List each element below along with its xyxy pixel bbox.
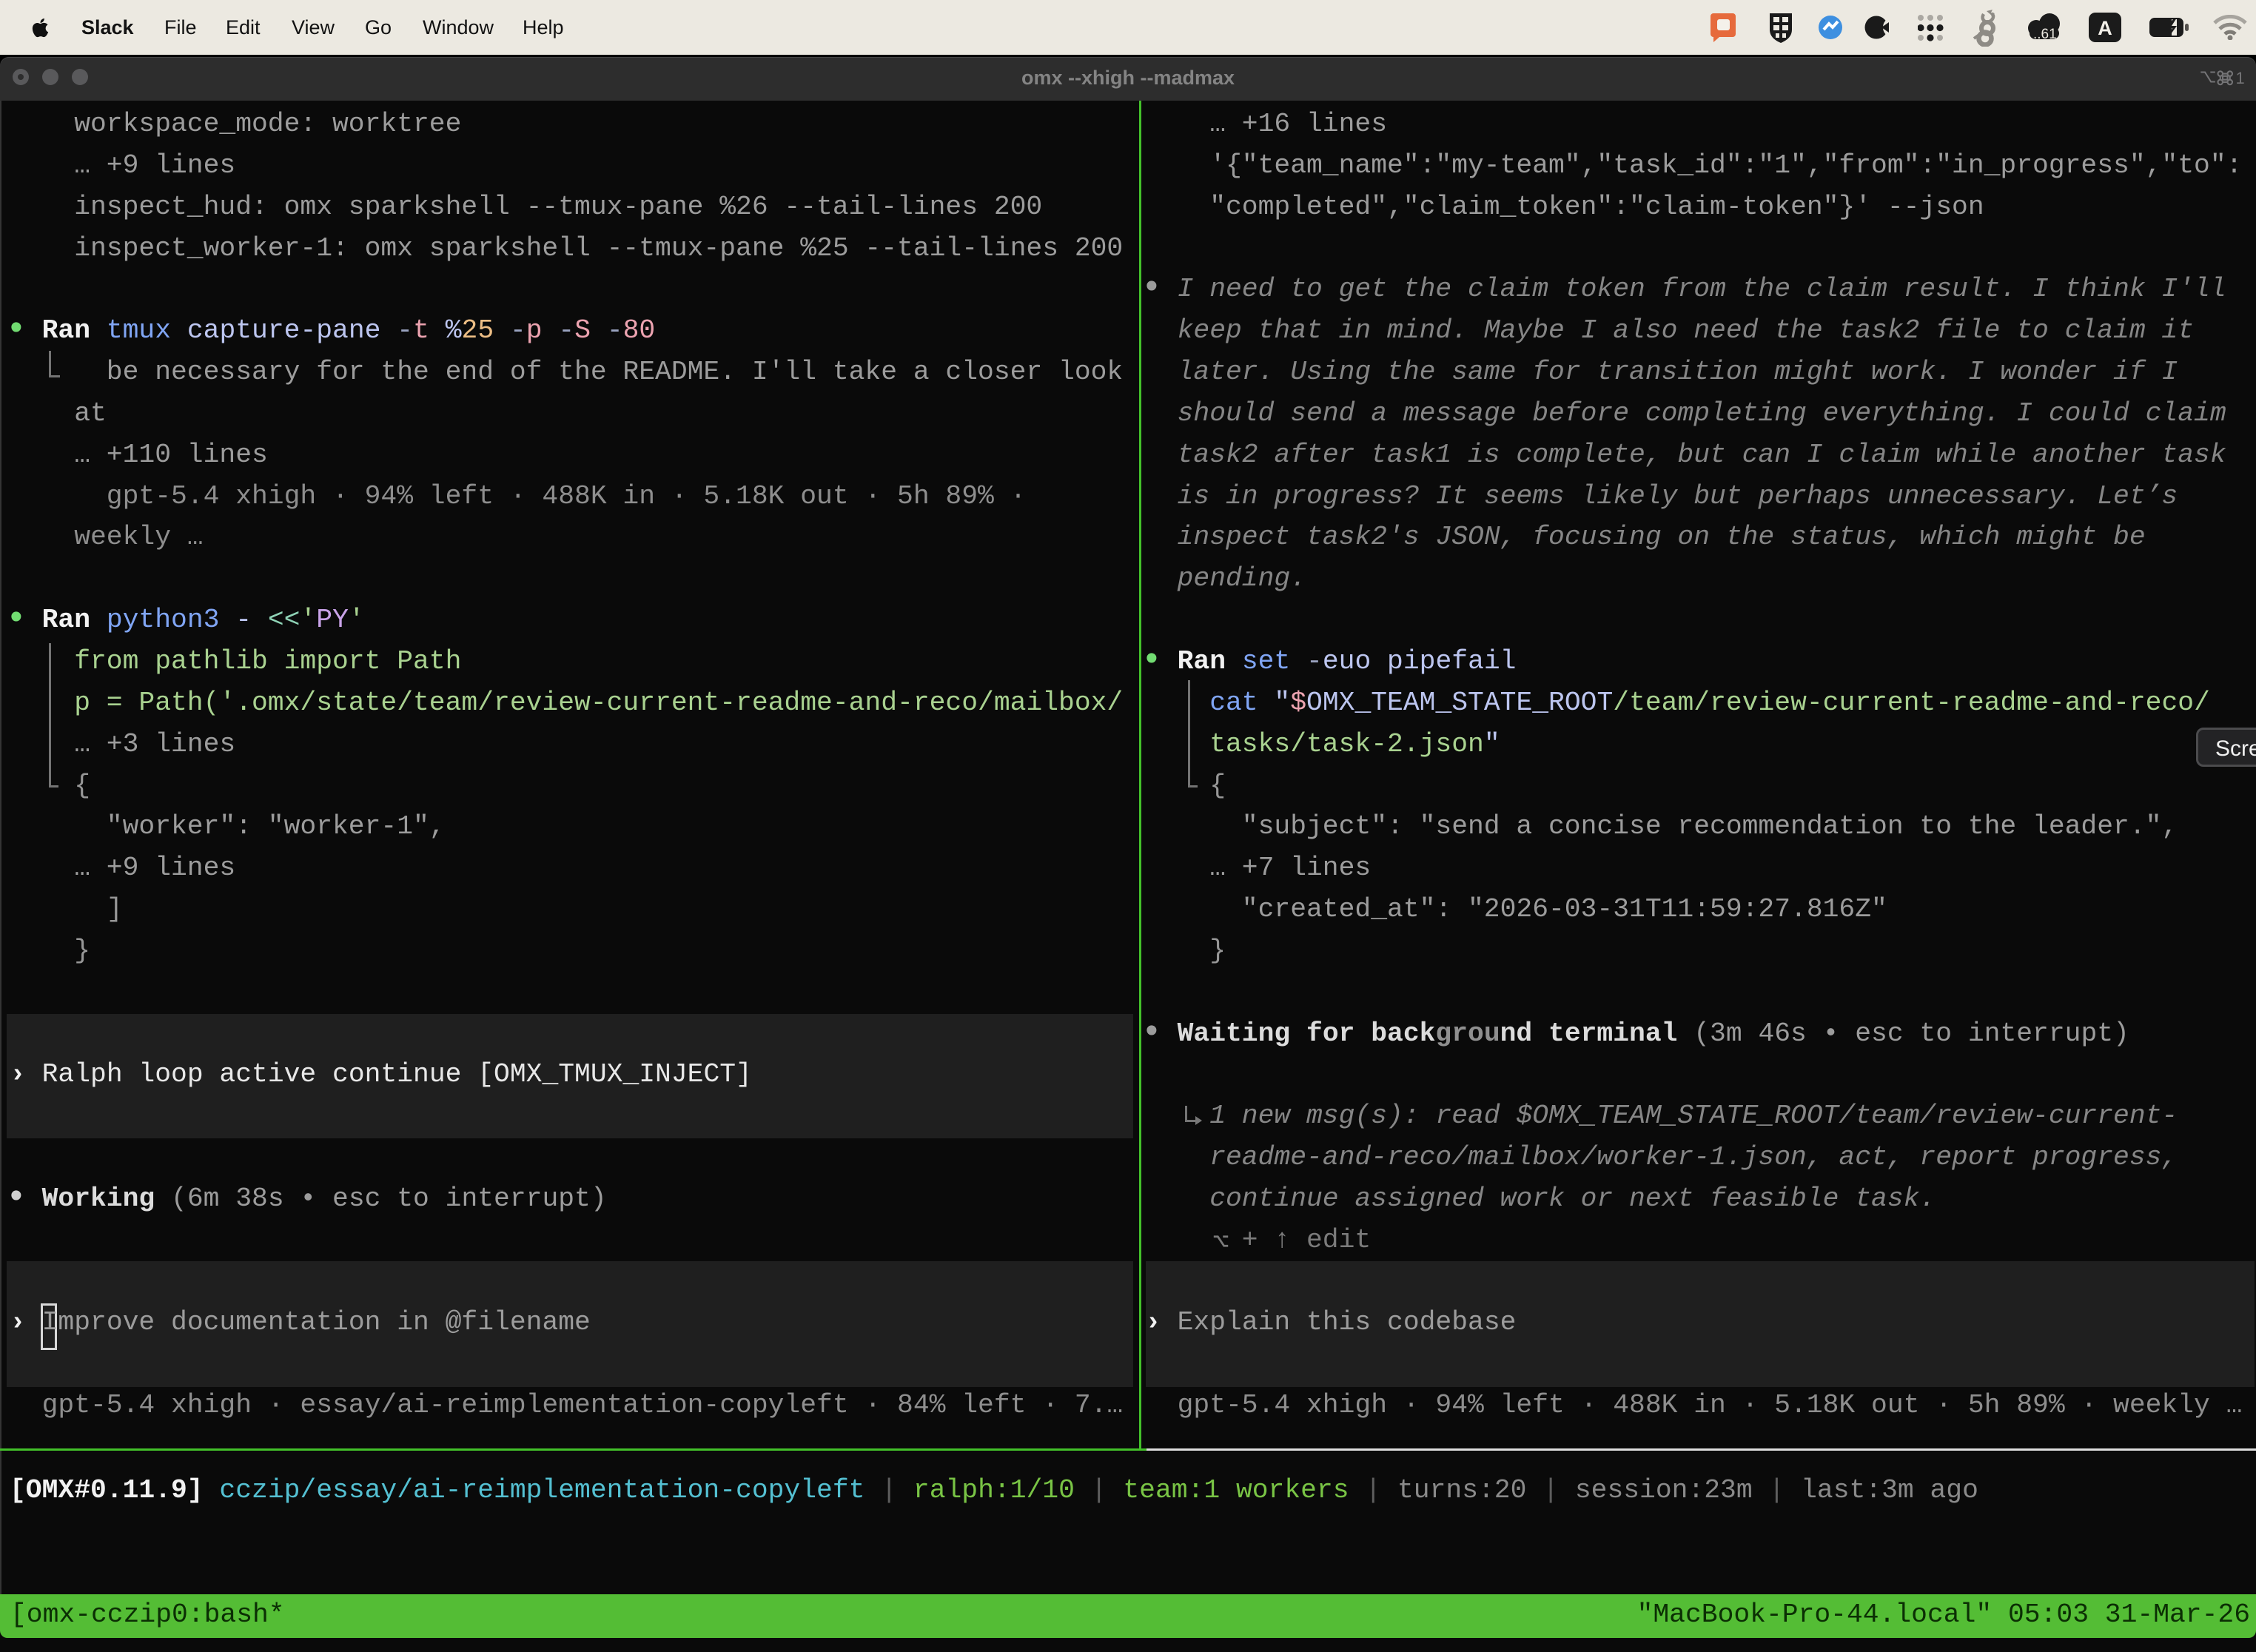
svg-text:..61: ..61: [2033, 27, 2057, 42]
svg-text:1: 1: [2235, 69, 2244, 87]
svg-text:A: A: [2098, 17, 2112, 39]
